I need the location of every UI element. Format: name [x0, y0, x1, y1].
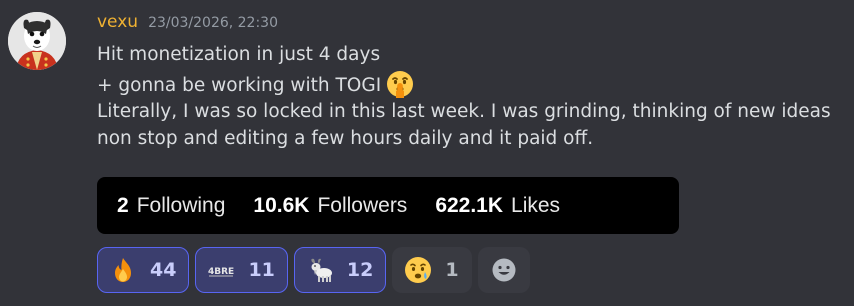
goat-icon — [305, 255, 335, 285]
reactions-bar: 44 4BRE 11 12 1 — [97, 247, 530, 293]
message-line-2: + gonna be working with TOGI — [97, 69, 837, 100]
message-line-2-text: + gonna be working with TOGI — [97, 74, 382, 96]
reaction-custom-4bre[interactable]: 4BRE 11 — [195, 247, 288, 293]
custom-4bre-icon: 4BRE — [206, 255, 236, 285]
message-line-3: Literally, I was so locked in this last … — [97, 101, 831, 149]
reaction-goat[interactable]: 12 — [293, 247, 387, 293]
username[interactable]: vexu — [97, 12, 138, 32]
add-reaction-button[interactable] — [477, 247, 530, 293]
shushing-face-icon[interactable] — [385, 69, 415, 99]
add-reaction-smiley-icon — [492, 258, 516, 282]
profile-stats-card: 2 Following 10.6K Followers 622.1K Likes — [97, 177, 679, 234]
following-count: 2 — [117, 193, 129, 217]
message-header: vexu 23/03/2026, 22:30 — [97, 12, 278, 36]
following-stat: 2 Following — [117, 194, 225, 218]
reaction-count: 12 — [346, 259, 374, 281]
likes-count: 622.1K — [435, 193, 504, 217]
reaction-crying-face[interactable]: 1 — [392, 247, 472, 293]
likes-label: Likes — [511, 193, 561, 217]
message-content: Hit monetization in just 4 days + gonna … — [97, 42, 837, 152]
following-label: Following — [136, 193, 226, 217]
chat-message: vexu 23/03/2026, 22:30 Hit monetization … — [0, 0, 854, 306]
reaction-count: 11 — [248, 259, 275, 281]
reaction-fire[interactable]: 44 — [97, 247, 190, 293]
crying-face-icon — [403, 255, 433, 285]
message-line-1: Hit monetization in just 4 days — [97, 44, 381, 65]
followers-stat: 10.6K Followers — [253, 194, 407, 218]
reaction-count: 1 — [445, 259, 459, 281]
followers-count: 10.6K — [253, 193, 310, 217]
user-avatar[interactable] — [8, 12, 66, 70]
reaction-count: 44 — [150, 259, 177, 281]
fire-icon — [108, 255, 138, 285]
followers-label: Followers — [317, 193, 408, 217]
likes-stat: 622.1K Likes — [435, 194, 560, 218]
dog-avatar-image — [8, 12, 66, 70]
message-timestamp[interactable]: 23/03/2026, 22:30 — [148, 15, 278, 31]
